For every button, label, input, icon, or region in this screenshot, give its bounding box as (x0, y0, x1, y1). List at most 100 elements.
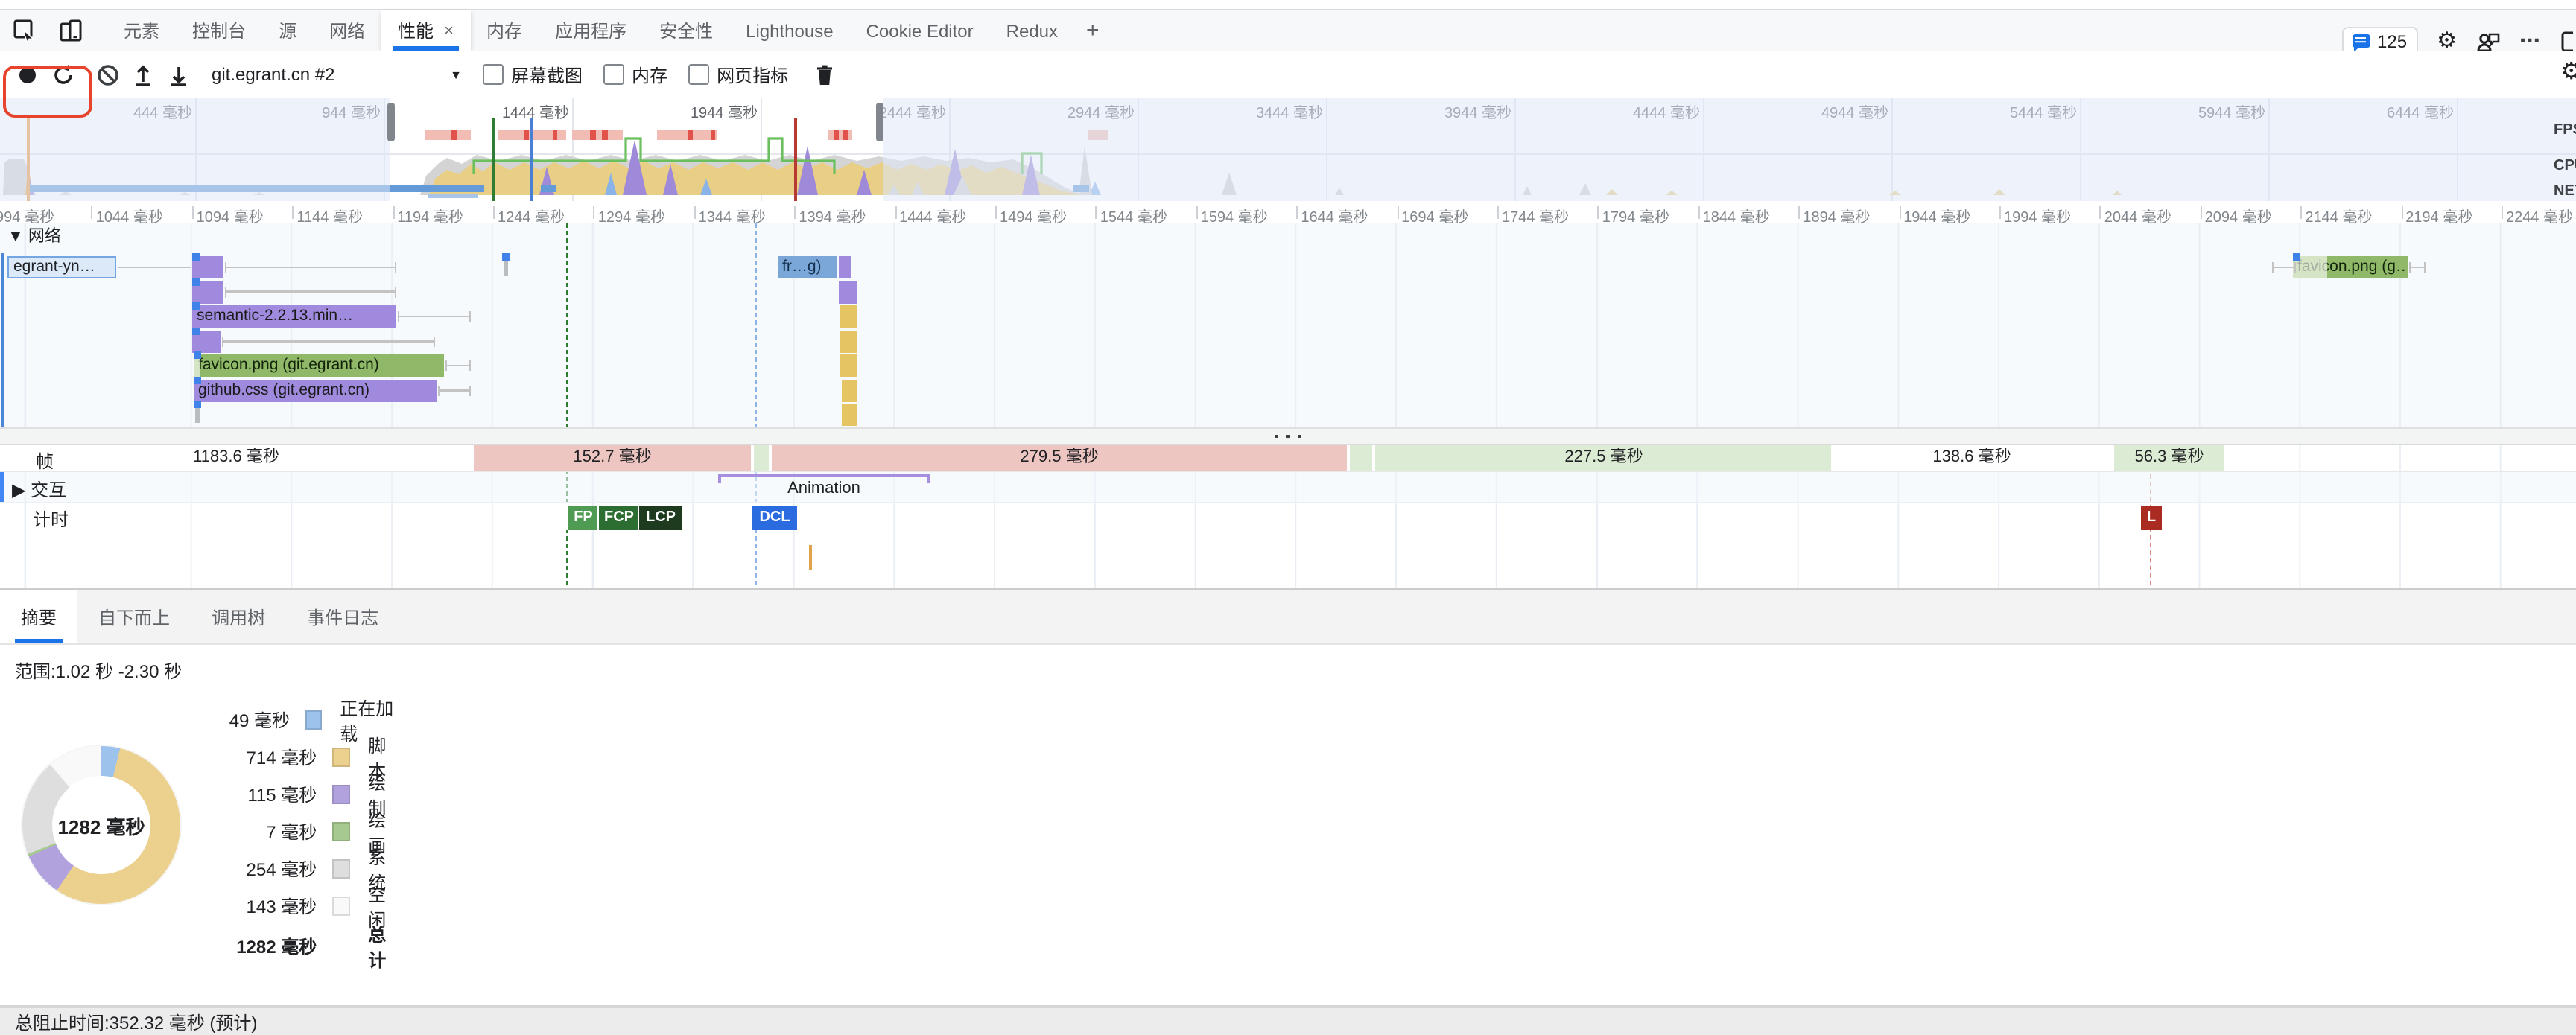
checkbox-屏幕截图[interactable]: 屏幕截图 (483, 62, 583, 87)
overview-marker-line (492, 118, 494, 201)
timing-marker-FP[interactable]: FP (566, 506, 599, 530)
timing-marker-DCL[interactable]: DCL (751, 506, 797, 530)
more-options-icon[interactable]: ⋯ (2519, 28, 2542, 54)
details-tab-事件日志[interactable]: 事件日志 (286, 590, 399, 643)
frame-segment[interactable] (1348, 444, 1374, 471)
reload-and-record-button[interactable] (45, 57, 80, 92)
tab-Redux[interactable]: Redux (990, 10, 1074, 51)
overview-marker-line (530, 118, 533, 201)
history-select[interactable]: git.egrant.cn #2 ▼ (212, 64, 462, 85)
overview-network-bar (541, 185, 556, 192)
frame-segment[interactable]: 227.5 毫秒 (1374, 444, 1834, 471)
legend-row-total: 1282 毫秒总计 (0, 928, 402, 965)
tab-控制台[interactable]: 控制台 (176, 10, 262, 51)
ruler-tick-label: 1694 毫秒 (1401, 204, 1468, 225)
dock-side-icon[interactable] (2561, 31, 2573, 51)
tab-源[interactable]: 源 (262, 10, 313, 51)
tab-label: 安全性 (659, 18, 713, 43)
delete-recording-icon[interactable] (806, 57, 842, 92)
request-whisker (225, 287, 396, 297)
devtools-window: 元素控制台源网络性能×内存应用程序安全性LighthouseCookie Edi… (0, 0, 2576, 1035)
request-whisker (2272, 262, 2296, 273)
network-request-bar[interactable] (842, 404, 857, 426)
clear-recordings-icon[interactable] (89, 57, 125, 92)
tab-Lighthouse[interactable]: Lighthouse (729, 10, 849, 51)
details-tab-自下而上[interactable]: 自下而上 (77, 590, 191, 643)
request-label: semantic-2.2.13.min… (197, 307, 353, 325)
track-splitter-handle[interactable] (0, 427, 2576, 445)
inspect-element-icon[interactable] (6, 14, 45, 47)
device-toolbar-icon[interactable] (51, 14, 89, 47)
tab-label: Lighthouse (746, 20, 833, 41)
network-request-bar[interactable]: semantic-2.2.13.min… (192, 305, 396, 328)
checkbox-box[interactable] (688, 64, 709, 85)
ruler-tick-label: 2044 毫秒 (2104, 204, 2171, 225)
network-request-bar[interactable]: favicon.png (git.egrant.cn) (194, 354, 444, 377)
checkbox-内存[interactable]: 内存 (603, 62, 667, 87)
tab-元素[interactable]: 元素 (107, 10, 176, 51)
network-request-bar[interactable] (840, 354, 857, 377)
checkbox-网页指标[interactable]: 网页指标 (688, 62, 788, 87)
selection-handle-left[interactable] (387, 103, 395, 141)
ruler-tick-label: 1494 毫秒 (1000, 204, 1067, 225)
tab-内存[interactable]: 内存 (470, 10, 539, 51)
ruler-tick-label: 2094 毫秒 (2205, 204, 2272, 225)
frame-segment[interactable]: 152.7 毫秒 (472, 444, 752, 471)
load-profile-icon[interactable] (125, 57, 161, 92)
timing-marker-FCP[interactable]: FCP (597, 506, 639, 530)
network-request-bar[interactable] (842, 379, 857, 401)
issues-icon (2352, 34, 2370, 48)
tab-网络[interactable]: 网络 (313, 10, 381, 51)
frame-segment[interactable]: 138.6 毫秒 (1831, 444, 2113, 471)
feedback-icon[interactable] (2476, 31, 2500, 51)
interactions-track-label[interactable]: ▶︎ 交互 (12, 477, 66, 502)
settings-gear-icon[interactable]: ⚙ (2437, 30, 2457, 52)
tab-安全性[interactable]: 安全性 (643, 10, 729, 51)
ruler-tick-label: 1544 毫秒 (1100, 204, 1167, 225)
frame-segment[interactable]: 279.5 毫秒 (770, 444, 1348, 471)
details-tab-摘要[interactable]: 摘要 (0, 590, 77, 643)
record-button[interactable] (9, 57, 45, 92)
save-profile-icon[interactable] (161, 57, 197, 92)
request-queue-square (194, 351, 201, 359)
details-tab-调用树[interactable]: 调用树 (191, 590, 286, 643)
ruler-tick-label: 1844 毫秒 (1703, 204, 1770, 225)
ruler-tick-label: 994 毫秒 (0, 204, 54, 225)
ruler-tick-label: 1394 毫秒 (799, 204, 866, 225)
timing-marker-L[interactable]: L (2139, 506, 2162, 530)
network-request-row: semantic-2.2.13.min… (0, 305, 2576, 328)
network-request-bar[interactable] (840, 330, 857, 352)
tab-label: Cookie Editor (866, 20, 974, 41)
request-label: github.css (git.egrant.cn) (198, 380, 369, 398)
close-tab-icon[interactable]: × (444, 22, 454, 39)
network-request-bar[interactable] (839, 256, 851, 278)
tab-应用程序[interactable]: 应用程序 (539, 10, 643, 51)
tab-label: 内存 (486, 18, 522, 43)
request-label: favicon.png (git.egrant.cn) (198, 356, 379, 374)
devtools-tabbar: 元素控制台源网络性能× 内存应用程序安全性 Lighthouse Cookie Edi… (0, 10, 2576, 51)
network-request-bar[interactable]: favicon.png (g… (2293, 256, 2408, 278)
performance-toolbar: git.egrant.cn #2 ▼ 屏幕截图内存网页指标 ⚙ (0, 51, 2576, 100)
selected-range-text: 范围:1.02 秒 -2.30 秒 (15, 658, 182, 684)
add-tab-button[interactable]: + (1074, 18, 1111, 43)
selection-handle-right[interactable] (876, 103, 883, 141)
ruler-tick-label: 1344 毫秒 (699, 204, 766, 225)
frame-segment[interactable]: 1183.6 毫秒 (0, 444, 472, 471)
frame-segment[interactable]: 56.3 毫秒 (2113, 444, 2226, 471)
timeline-overview[interactable]: 444 毫秒944 毫秒1444 毫秒1944 毫秒2444 毫秒2944 毫秒… (0, 98, 2576, 203)
network-request-bar[interactable]: github.css (git.egrant.cn) (194, 379, 437, 401)
legend-value: 115 毫秒 (0, 782, 317, 807)
network-track-header[interactable]: ▼ 网络 (7, 223, 61, 247)
request-connector-line (118, 267, 191, 269)
timing-marker-LCP[interactable]: LCP (638, 506, 682, 530)
network-request-bar[interactable] (840, 305, 857, 328)
network-request-bar[interactable]: fr…g) (778, 256, 837, 278)
checkbox-box[interactable] (603, 64, 624, 85)
capture-settings-gear-icon[interactable]: ⚙ (2560, 57, 2576, 86)
frame-segment[interactable] (752, 444, 770, 471)
tab-性能[interactable]: 性能× (381, 10, 470, 51)
checkbox-box[interactable] (483, 64, 504, 85)
selected-request-label[interactable]: egrant-yn… (7, 256, 116, 278)
tab-Cookie Editor[interactable]: Cookie Editor (850, 10, 990, 51)
network-request-bar[interactable] (839, 281, 857, 303)
